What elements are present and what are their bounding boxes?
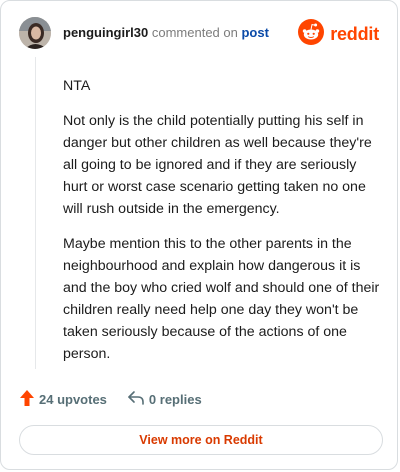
view-more-button[interactable]: View more on Reddit [19,425,383,455]
embedded-comment-card: penguingirl30 commented on post reddit N… [0,0,398,470]
comment-paragraph: NTA [63,78,91,94]
comment-paragraph: Not only is the child potentially puttin… [63,113,372,217]
comment-actions: 24 upvotes 0 replies [19,389,202,410]
reddit-wordmark: reddit [330,24,379,44]
upvote-arrow-icon [19,389,35,410]
reply-arrow-icon [127,390,145,409]
comment-header: penguingirl30 commented on post [63,25,269,41]
thread-line [35,57,36,369]
reddit-alien-icon [298,19,325,50]
user-avatar[interactable] [19,17,51,49]
upvotes-count: 24 upvotes [39,392,107,407]
replies-count: 0 replies [148,392,202,407]
commented-on-text: commented on [151,25,238,40]
comment-body: NTA Not only is the child potentially pu… [63,75,381,378]
username[interactable]: penguingirl30 [63,25,148,40]
comment-paragraph: Maybe mention this to the other parents … [63,236,380,362]
upvotes-button[interactable]: 24 upvotes [19,389,107,410]
replies-button[interactable]: 0 replies [127,390,202,409]
post-link[interactable]: post [241,25,268,40]
reddit-brand[interactable]: reddit [298,19,379,50]
